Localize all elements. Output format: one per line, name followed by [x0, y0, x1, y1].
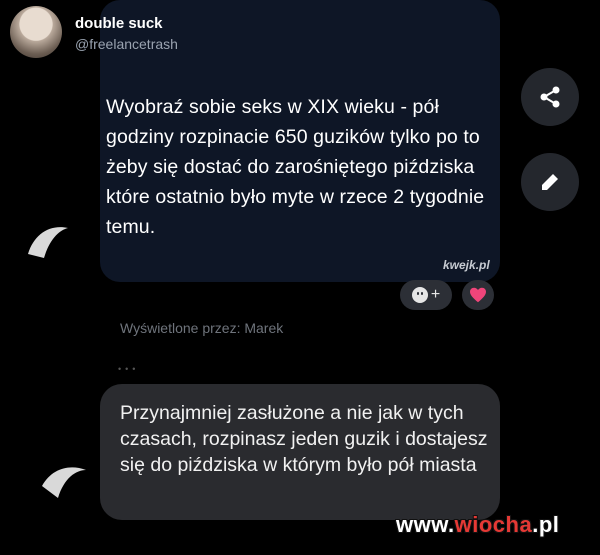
wiocha-watermark-suffix: .pl [532, 512, 560, 537]
kwejk-watermark: kwejk.pl [443, 258, 490, 272]
wiocha-watermark-prefix: www. [396, 512, 455, 537]
pencil-icon [542, 174, 558, 190]
add-reaction-button[interactable]: + [400, 280, 452, 310]
add-reaction-plus: + [430, 286, 441, 303]
heart-icon [470, 287, 486, 303]
sender-avatar [42, 467, 86, 498]
tweet-author-handle: @freelancetrash [75, 36, 178, 52]
reply-indicator: ••• [118, 364, 140, 374]
wiocha-watermark: www.wiocha.pl [396, 512, 559, 538]
tweet-text: Wyobraź sobie seks w XIX wieku - pół god… [106, 96, 485, 238]
wiocha-watermark-name: wiocha [454, 512, 533, 537]
sender-avatar [28, 227, 68, 258]
tweet-author-avatar [10, 6, 62, 58]
heart-reaction-button[interactable] [462, 280, 494, 310]
reply-message-text: Przynajmniej zasłużone a nie jak w tych … [120, 402, 488, 476]
tweet-author-name: double suck [75, 15, 163, 32]
share-button[interactable] [521, 68, 579, 126]
edit-button[interactable] [521, 153, 579, 211]
smiley-icon [411, 287, 428, 303]
share-icon [540, 86, 560, 108]
seen-by-status: Wyświetlone przez: Marek [120, 320, 284, 336]
